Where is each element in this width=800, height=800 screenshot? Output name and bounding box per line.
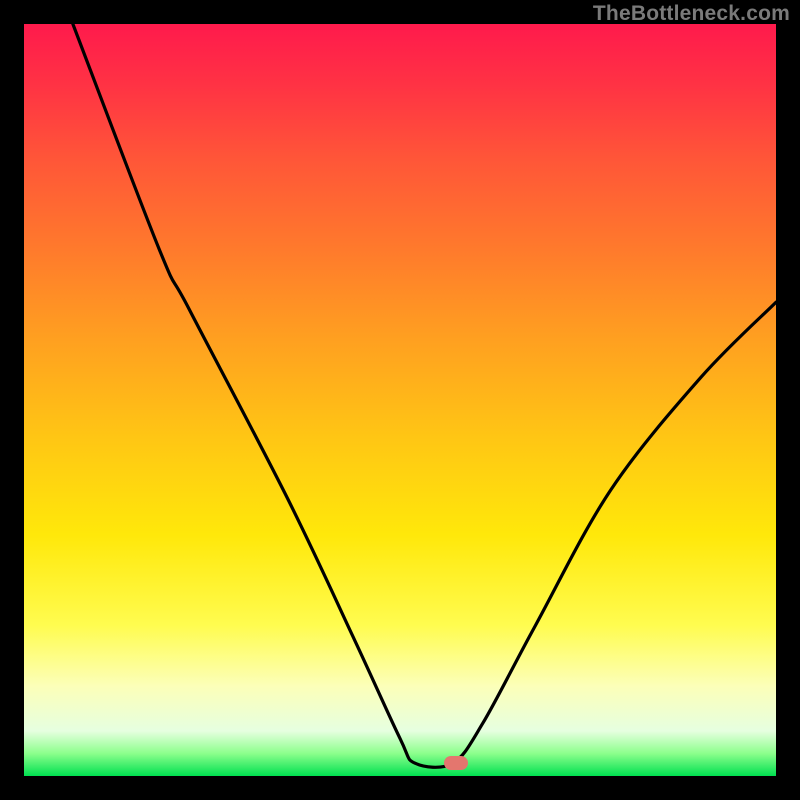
bottleneck-chart [24,24,776,776]
chart-curve-svg [24,24,776,776]
bottleneck-curve [73,24,776,767]
optimal-point-marker [444,756,468,770]
watermark-label: TheBottleneck.com [593,2,790,26]
